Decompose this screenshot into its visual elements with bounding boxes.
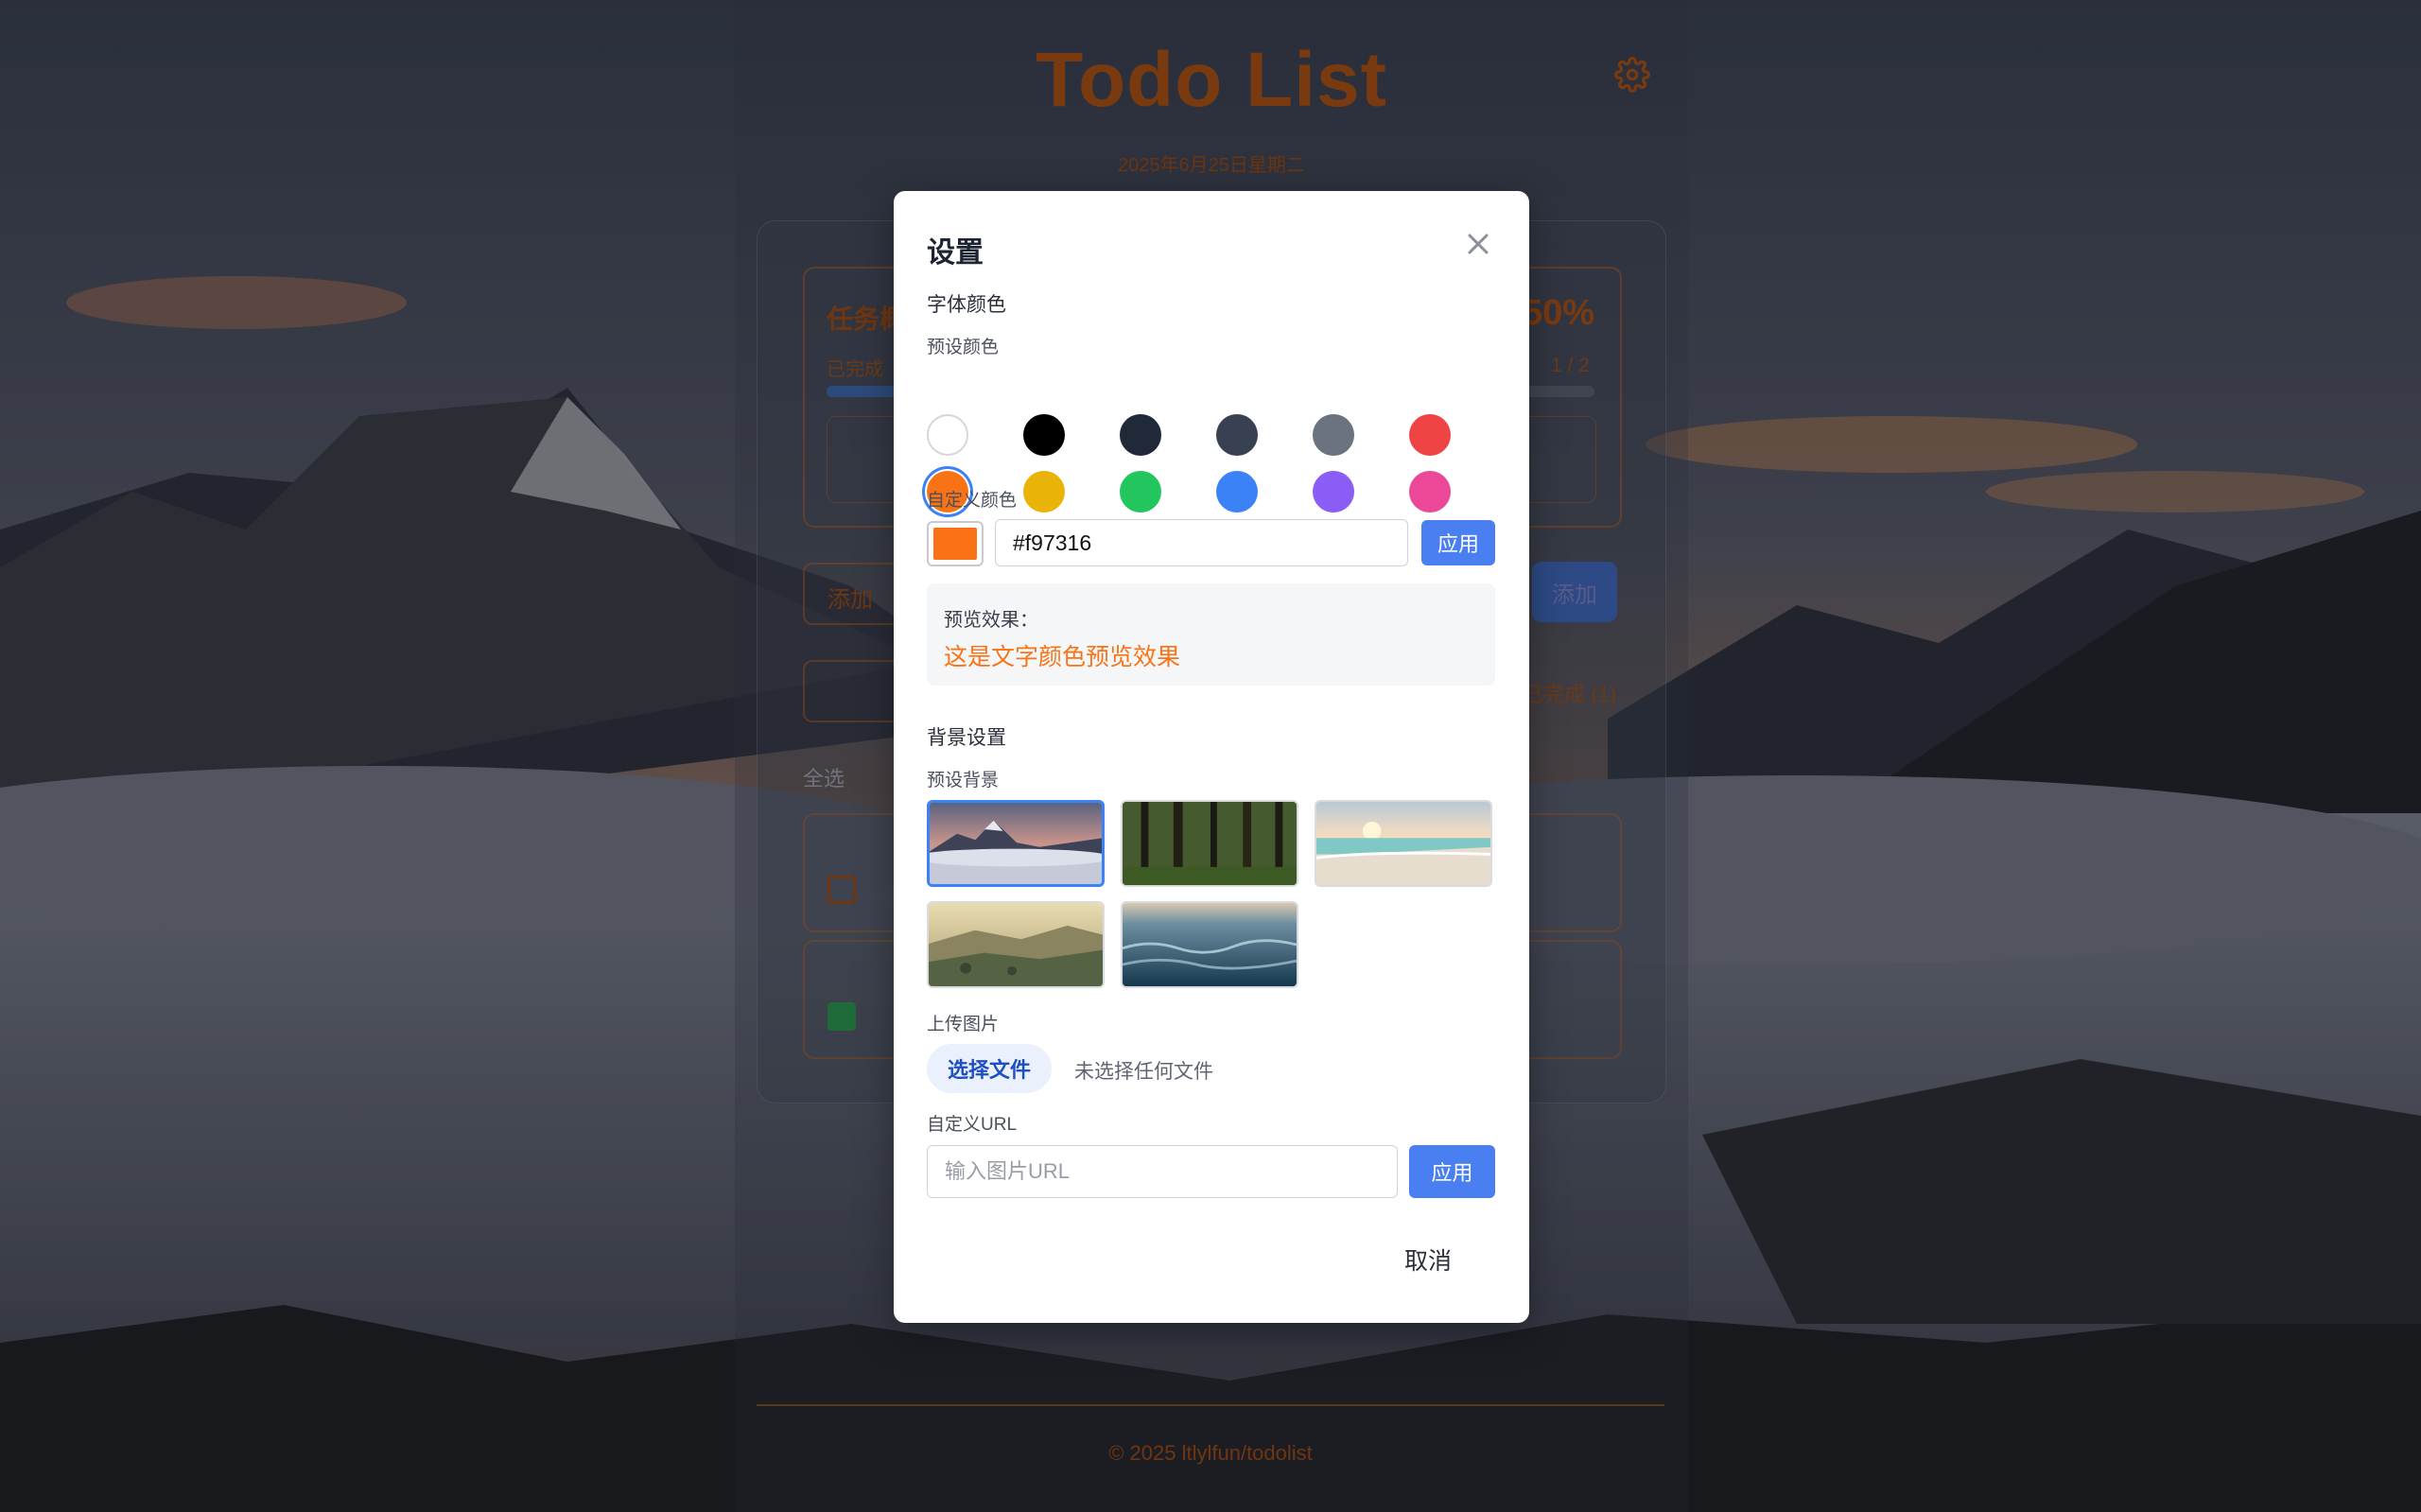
custom-url-label: 自定义URL: [927, 1115, 1018, 1135]
upload-label: 上传图片: [927, 1015, 1000, 1034]
color-swatch-white[interactable]: [927, 414, 968, 456]
color-swatch-purple[interactable]: [1313, 471, 1354, 513]
font-color-title: 字体颜色: [927, 294, 1006, 316]
color-swatch-slate[interactable]: [1216, 414, 1258, 456]
preview-label: 预览效果：: [944, 610, 1038, 631]
bg-thumb-beach[interactable]: [1315, 800, 1492, 887]
select-all[interactable]: 全选: [803, 762, 845, 792]
color-picker-fill: [933, 528, 977, 560]
settings-modal: 设置 字体颜色 预设颜色 自定义颜色 #f97316 应用 预览效果： 这是文字…: [894, 191, 1529, 1323]
stats-percent: 50%: [1523, 293, 1595, 333]
preview-box: 预览效果： 这是文字颜色预览效果: [927, 583, 1495, 686]
color-swatch-pink[interactable]: [1409, 471, 1451, 513]
bg-thumb-forest[interactable]: [1121, 800, 1298, 887]
add-todo-placeholder: 添加: [827, 587, 873, 613]
stats-sub-label: 已完成: [827, 359, 883, 380]
custom-color-label: 自定义颜色: [927, 491, 1018, 511]
preset-colors-label: 预设颜色: [927, 338, 1000, 357]
preset-backgrounds-label: 预设背景: [927, 771, 1000, 791]
file-status: 未选择任何文件: [1074, 1061, 1213, 1083]
color-swatch-red[interactable]: [1409, 414, 1451, 456]
filter-completed[interactable]: 已完成 (1): [1523, 678, 1616, 708]
apply-color-button[interactable]: 应用: [1421, 520, 1495, 565]
color-swatch-green[interactable]: [1120, 471, 1161, 513]
todo-checkbox-checked[interactable]: [827, 1002, 856, 1031]
add-button[interactable]: 添加: [1532, 562, 1617, 622]
color-swatch-navy[interactable]: [1120, 414, 1161, 456]
app-title: Todo List: [1036, 37, 1387, 123]
color-swatch-blue[interactable]: [1216, 471, 1258, 513]
hex-color-input[interactable]: #f97316: [995, 519, 1408, 566]
bg-thumb-mountains[interactable]: [927, 800, 1105, 887]
todo-checkbox[interactable]: [827, 876, 856, 904]
bg-thumb-ocean[interactable]: [1121, 901, 1298, 988]
footer: © 2025 ltlylfun/todolist: [1108, 1441, 1313, 1465]
color-swatch-yellow[interactable]: [1023, 471, 1065, 513]
background-title: 背景设置: [927, 727, 1006, 749]
color-picker[interactable]: [927, 521, 984, 566]
app-date: 2025年6月25日星期二: [1118, 155, 1305, 176]
stats-count: 1 / 2: [1551, 355, 1590, 376]
gear-icon[interactable]: [1614, 57, 1650, 93]
color-swatch-black[interactable]: [1023, 414, 1065, 456]
footer-divider: [757, 1404, 1664, 1406]
apply-url-button[interactable]: 应用: [1409, 1145, 1495, 1198]
modal-title: 设置: [927, 237, 984, 269]
bg-thumb-hills[interactable]: [927, 901, 1105, 988]
choose-file-button[interactable]: 选择文件: [927, 1044, 1052, 1093]
preview-text: 这是文字颜色预览效果: [944, 644, 1181, 670]
image-url-input[interactable]: 输入图片URL: [927, 1145, 1398, 1198]
close-icon[interactable]: [1461, 227, 1495, 261]
cancel-button[interactable]: 取消: [1404, 1243, 1452, 1277]
color-swatch-gray[interactable]: [1313, 414, 1354, 456]
